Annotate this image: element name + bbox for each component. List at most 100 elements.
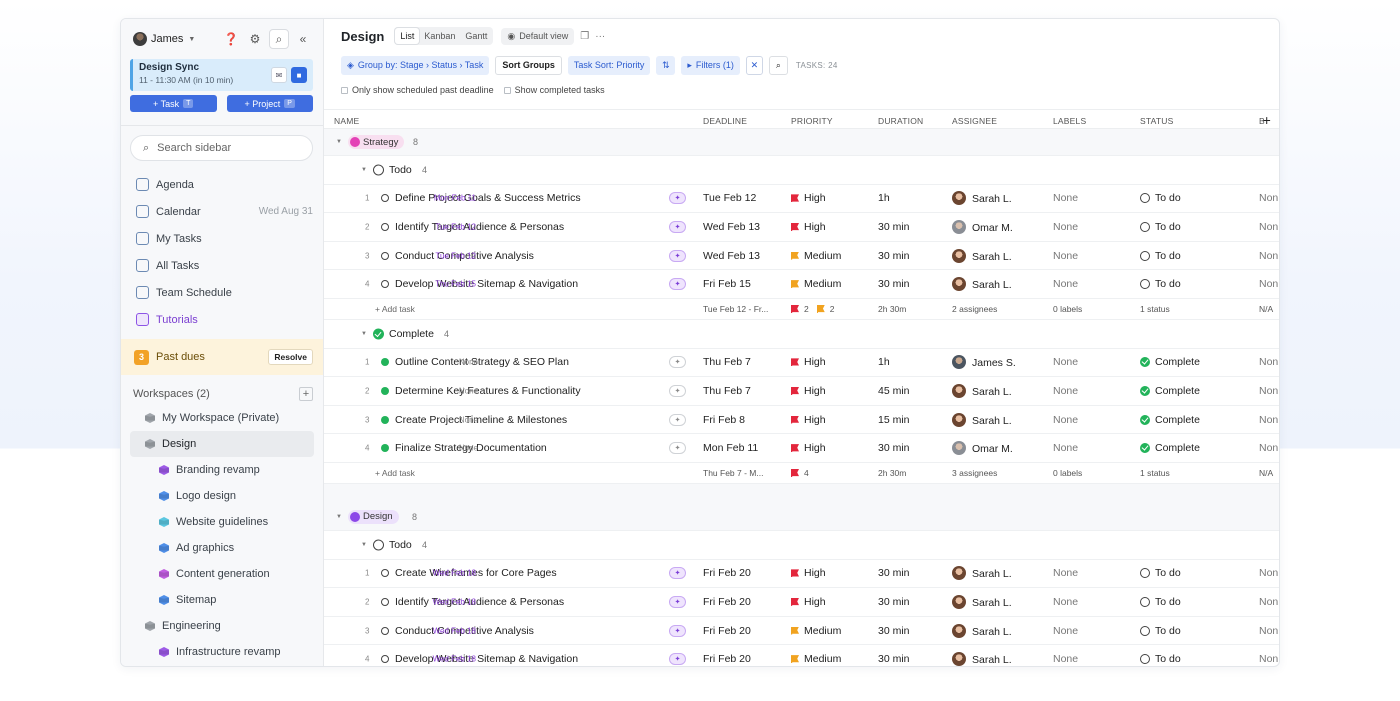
auto-schedule-icon[interactable]: ✦ bbox=[669, 567, 686, 580]
col-labels[interactable]: LABELS bbox=[1053, 116, 1086, 126]
deadline-cell[interactable]: Mon Feb 11 bbox=[703, 442, 758, 454]
table-row[interactable]: 4 Finalize Strategy Documentation None ✦ Mon… bbox=[324, 434, 1279, 463]
workspace-item[interactable]: Website guidelines bbox=[130, 509, 314, 535]
sidebar-item-agenda[interactable]: Agenda bbox=[121, 171, 323, 198]
workspace-item[interactable]: Logo design bbox=[130, 483, 314, 509]
task-status-icon[interactable] bbox=[381, 194, 389, 203]
table-row[interactable]: 3 Create Project Timeline & Milestones Non… bbox=[324, 406, 1279, 435]
status-group-row[interactable]: ▼ Todo 4 bbox=[324, 531, 1279, 560]
task-status-icon[interactable] bbox=[381, 251, 389, 260]
status-cell[interactable]: Complete bbox=[1140, 385, 1200, 397]
mail-icon[interactable]: ✉ bbox=[271, 67, 287, 83]
table-row[interactable]: 1 Outline Content Strategy & SEO Plan None… bbox=[324, 349, 1279, 378]
add-project-button[interactable]: + Project P bbox=[226, 95, 313, 112]
priority-cell[interactable]: High bbox=[791, 192, 826, 204]
task-status-icon[interactable] bbox=[381, 655, 389, 664]
task-status-icon[interactable] bbox=[381, 444, 389, 453]
chevron-down-icon[interactable]: ▼ bbox=[336, 514, 342, 520]
labels-cell[interactable]: None bbox=[1053, 192, 1078, 204]
priority-cell[interactable]: Medium bbox=[791, 250, 841, 262]
workspace-item[interactable]: Infrastructure revamp bbox=[130, 639, 314, 665]
status-cell[interactable]: To do bbox=[1140, 625, 1181, 637]
task-sort-button[interactable]: Task Sort: Priority bbox=[567, 55, 651, 75]
auto-schedule-icon[interactable]: ✦ bbox=[669, 249, 686, 262]
show-completed-checkbox[interactable]: Show completed tasks bbox=[503, 85, 605, 95]
workspace-item[interactable]: Ad graphics bbox=[130, 535, 314, 561]
auto-schedule-icon[interactable]: ✦ bbox=[669, 653, 686, 666]
status-group-row[interactable]: ▼ Todo 4 bbox=[324, 156, 1279, 185]
task-status-icon[interactable] bbox=[381, 222, 389, 231]
workspace-item[interactable]: My Workspace (Private) bbox=[130, 405, 314, 431]
labels-cell[interactable]: None bbox=[1053, 356, 1078, 368]
labels-cell[interactable]: None bbox=[1053, 414, 1078, 426]
deadline-cell[interactable]: Fri Feb 8 bbox=[703, 414, 745, 426]
table-row[interactable]: 4 Develop Website Sitemap & Navigation Wed… bbox=[324, 645, 1279, 666]
workspace-item[interactable]: Design bbox=[130, 431, 314, 457]
group-row-strategy[interactable]: ▼ Strategy 8 bbox=[324, 129, 1279, 156]
deadline-cell[interactable]: Fri Feb 20 bbox=[703, 653, 751, 665]
add-task-button[interactable]: + Add task bbox=[375, 304, 415, 314]
assignee-cell[interactable]: Sarah L. bbox=[952, 191, 1012, 206]
copy-icon[interactable]: ❐ bbox=[580, 31, 589, 42]
assignee-cell[interactable]: Omar M. bbox=[952, 219, 1013, 234]
status-cell[interactable]: To do bbox=[1140, 596, 1181, 608]
status-cell[interactable]: To do bbox=[1140, 250, 1181, 262]
labels-cell[interactable]: None bbox=[1053, 385, 1078, 397]
task-name[interactable]: Develop Website Sitemap & Navigation bbox=[395, 653, 578, 665]
auto-schedule-icon[interactable]: ✦ bbox=[669, 220, 686, 233]
status-cell[interactable]: Complete bbox=[1140, 414, 1200, 426]
auto-schedule-icon[interactable]: ✦ bbox=[669, 442, 686, 455]
duration-cell[interactable]: 30 min bbox=[878, 250, 910, 262]
checkbox-box[interactable] bbox=[341, 86, 348, 94]
filters-button[interactable]: ▸ Filters (1) bbox=[681, 55, 740, 75]
deadline-cell[interactable]: Thu Feb 7 bbox=[703, 356, 751, 368]
assignee-cell[interactable]: Sarah L. bbox=[952, 652, 1012, 666]
sidebar-item-calendar[interactable]: Calendar Wed Aug 31 bbox=[121, 198, 323, 225]
status-cell[interactable]: Complete bbox=[1140, 442, 1200, 454]
task-name[interactable]: Create Project Timeline & Milestones bbox=[395, 414, 567, 426]
labels-cell[interactable]: None bbox=[1053, 625, 1078, 637]
collapse-sidebar-icon[interactable]: « bbox=[293, 29, 313, 49]
sort-groups-button[interactable]: Sort Groups bbox=[495, 55, 562, 75]
add-task-button[interactable]: + Add task bbox=[375, 468, 415, 478]
default-view-button[interactable]: ◉ Default view bbox=[501, 27, 575, 45]
user-avatar[interactable] bbox=[133, 32, 147, 46]
search-icon[interactable]: ⌕ bbox=[768, 55, 788, 75]
assignee-cell[interactable]: Sarah L. bbox=[952, 277, 1012, 292]
deadline-cell[interactable]: Wed Feb 13 bbox=[703, 221, 760, 233]
search-icon[interactable]: ⌕ bbox=[269, 29, 289, 49]
assignee-cell[interactable]: James S. bbox=[952, 355, 1016, 370]
priority-cell[interactable]: High bbox=[791, 356, 826, 368]
priority-cell[interactable]: High bbox=[791, 385, 826, 397]
duration-cell[interactable]: 1h bbox=[878, 356, 890, 368]
more-icon[interactable]: ··· bbox=[595, 31, 605, 42]
labels-cell[interactable]: None bbox=[1053, 250, 1078, 262]
task-status-icon[interactable] bbox=[381, 415, 389, 424]
deadline-cell[interactable]: Wed Feb 13 bbox=[703, 250, 760, 262]
status-cell[interactable]: To do bbox=[1140, 653, 1181, 665]
priority-cell[interactable]: Medium bbox=[791, 625, 841, 637]
labels-cell[interactable]: None bbox=[1053, 278, 1078, 290]
sidebar-item-my-tasks[interactable]: My Tasks bbox=[121, 225, 323, 252]
search-sidebar-input[interactable]: ⌕ Search sidebar bbox=[130, 135, 313, 161]
deadline-cell[interactable]: Fri Feb 20 bbox=[703, 567, 751, 579]
checkbox-box[interactable] bbox=[503, 86, 511, 94]
auto-schedule-icon[interactable]: ✦ bbox=[669, 192, 686, 205]
add-workspace-icon[interactable]: + bbox=[299, 387, 313, 401]
duration-cell[interactable]: 30 min bbox=[878, 221, 910, 233]
task-status-icon[interactable] bbox=[381, 569, 389, 578]
sort-direction-icon[interactable]: ⇅ bbox=[656, 55, 676, 75]
auto-schedule-icon[interactable]: ✦ bbox=[669, 356, 686, 369]
labels-cell[interactable]: None bbox=[1053, 442, 1078, 454]
priority-cell[interactable]: High bbox=[791, 596, 826, 608]
task-name[interactable]: Develop Website Sitemap & Navigation bbox=[395, 278, 578, 290]
task-name[interactable]: Identify Target Audience & Personas bbox=[395, 221, 564, 233]
group-row-design[interactable]: ▼ Design 8 bbox=[324, 503, 1279, 531]
auto-schedule-icon[interactable]: ✦ bbox=[669, 384, 686, 397]
priority-cell[interactable]: Medium bbox=[791, 278, 841, 290]
gear-icon[interactable]: ⚙ bbox=[245, 29, 265, 49]
video-call-icon[interactable]: ■ bbox=[291, 67, 307, 83]
table-row[interactable]: 3 Conduct Competitive Analysis Wed Feb 18 ✦… bbox=[324, 617, 1279, 646]
col-duration[interactable]: DURATION bbox=[878, 116, 923, 126]
workspace-item[interactable]: Content generation bbox=[130, 561, 314, 587]
